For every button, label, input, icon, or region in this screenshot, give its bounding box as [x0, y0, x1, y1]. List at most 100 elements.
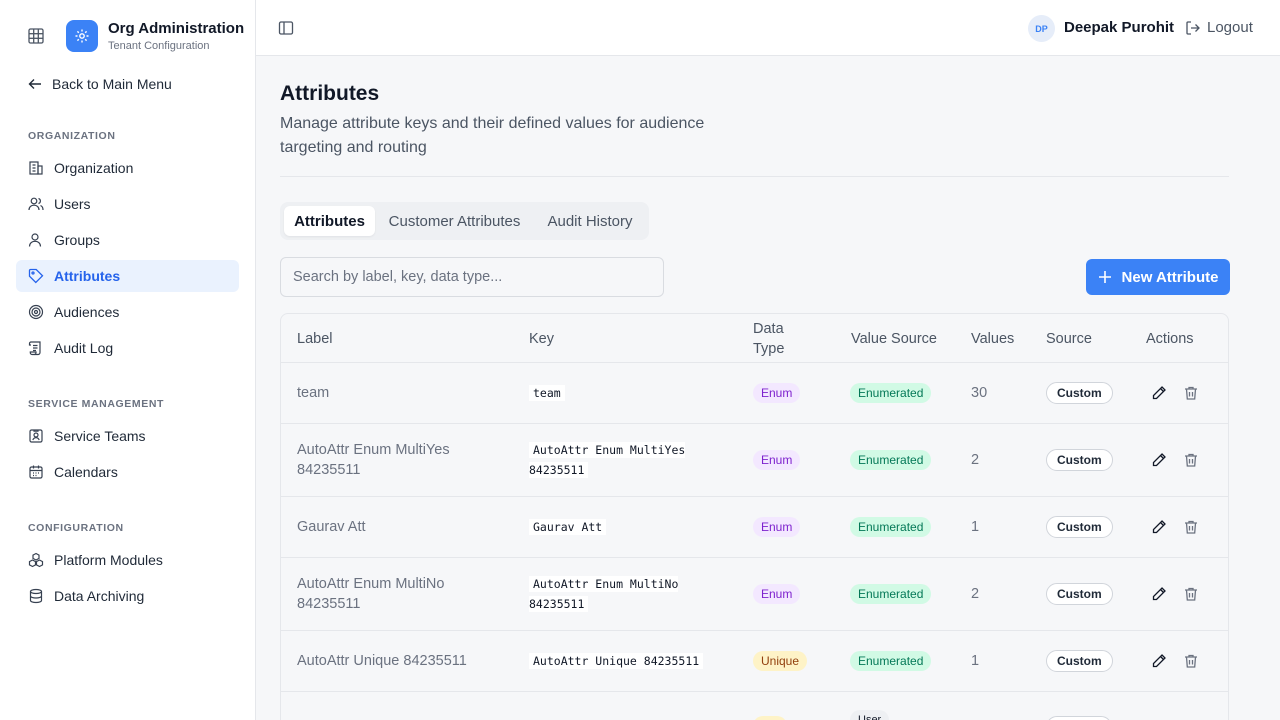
value-source-badge: Enumerated: [850, 383, 932, 403]
sidebar-item-calendars[interactable]: Calendars: [16, 456, 239, 488]
sidebar-item-service-teams[interactable]: Service Teams: [16, 420, 239, 452]
edit-pencil-icon[interactable]: [1151, 519, 1167, 535]
new-attribute-button[interactable]: New Attribute: [1086, 259, 1230, 295]
edit-pencil-icon[interactable]: [1151, 586, 1167, 602]
trash-icon[interactable]: [1183, 385, 1199, 401]
sidebar-item-users[interactable]: Users: [16, 188, 239, 220]
column-header-label[interactable]: Label: [297, 329, 332, 349]
sidebar: Org Administration Tenant Configuration …: [0, 0, 256, 720]
sidebar-item-organization[interactable]: Organization: [16, 152, 239, 184]
table-row[interactable]: AutoAttr Enum MultiYes 84235511 AutoAttr…: [281, 424, 1228, 497]
row-label: AutoAttr Enum MultiNo 84235511: [297, 576, 445, 612]
column-header-key[interactable]: Key: [529, 329, 554, 349]
logout-button[interactable]: Logout: [1185, 19, 1253, 36]
divider: [280, 176, 1229, 177]
row-key: AutoAttr Enum MultiYes 84235511: [529, 440, 699, 480]
source-badge: Custom: [1046, 449, 1113, 471]
sidebar-toggle-icon[interactable]: [278, 20, 294, 36]
row-key-text: AutoAttr Enum MultiYes 84235511: [529, 442, 686, 478]
brand-title: Org Administration: [108, 20, 245, 37]
source-badge: Custom: [1046, 516, 1113, 538]
scroll-icon: [28, 341, 41, 356]
table-row[interactable]: Gaurav Att Gaurav Att Enum Enumerated 1 …: [281, 497, 1228, 558]
trash-icon[interactable]: [1183, 653, 1199, 669]
column-header-data-type[interactable]: Data Type: [753, 319, 813, 359]
trash-icon[interactable]: [1183, 586, 1199, 602]
sidebar-item-platform-modules[interactable]: Platform Modules: [16, 544, 239, 576]
sidebar-item-audit-log[interactable]: Audit Log: [16, 332, 239, 364]
value-source-badge: Enumerated: [850, 517, 932, 537]
attributes-table: Label Key Data Type Value Source Values …: [280, 313, 1229, 720]
data-type-badge: Enum: [753, 450, 801, 470]
row-label: AutoAttr Unique 84235511: [297, 653, 467, 669]
brand-header: Org Administration Tenant Configuration: [0, 0, 256, 72]
edit-pencil-icon[interactable]: [1151, 452, 1167, 468]
row-values-count: 2: [971, 586, 980, 602]
sidebar-item-attributes[interactable]: Attributes: [16, 260, 239, 292]
user-group-icon: [28, 233, 42, 247]
database-icon: [29, 588, 43, 604]
sidebar-item-groups[interactable]: Groups: [16, 224, 239, 256]
column-header-actions: Actions: [1146, 331, 1194, 347]
sidebar-item-audiences[interactable]: Audiences: [16, 296, 239, 328]
id-badge-icon: [29, 429, 43, 443]
value-source-badge: Enumerated: [850, 651, 932, 671]
table-row[interactable]: User: [281, 692, 1228, 720]
sidebar-item-data-archiving[interactable]: Data Archiving: [16, 580, 239, 612]
source-badge: [1046, 716, 1112, 720]
section-title-organization: ORGANIZATION: [28, 130, 116, 142]
avatar[interactable]: DP: [1028, 15, 1055, 42]
target-icon: [28, 304, 44, 320]
new-attribute-label: New Attribute: [1121, 268, 1219, 286]
tab-attributes[interactable]: Attributes: [284, 206, 375, 236]
sidebar-item-label: Service Teams: [54, 428, 146, 444]
back-to-main-menu-link[interactable]: Back to Main Menu: [28, 74, 172, 94]
trash-icon[interactable]: [1183, 452, 1199, 468]
column-header-value-source[interactable]: Value Source: [851, 329, 937, 349]
data-type-badge: Unique: [753, 651, 808, 671]
brand-logo: [66, 20, 98, 52]
app-grid-icon[interactable]: [28, 28, 44, 44]
table-row[interactable]: team team Enum Enumerated 30 Custom: [281, 363, 1228, 424]
page-description: Manage attribute keys and their defined …: [280, 115, 705, 156]
data-type-badge: [753, 716, 787, 720]
column-header-values[interactable]: Values: [971, 329, 1014, 349]
table-header: Label Key Data Type Value Source Values …: [281, 314, 1228, 363]
table-row[interactable]: AutoAttr Unique 84235511 AutoAttr Unique…: [281, 631, 1228, 692]
value-source-badge: Enumerated: [850, 450, 932, 470]
sidebar-item-label: Audiences: [54, 304, 120, 320]
top-bar: DP Deepak Purohit Logout: [256, 0, 1280, 56]
column-header-source[interactable]: Source: [1046, 329, 1092, 349]
sidebar-item-label: Users: [54, 196, 91, 212]
row-values-count: 1: [971, 519, 980, 535]
logout-label: Logout: [1207, 19, 1253, 36]
edit-pencil-icon[interactable]: [1151, 653, 1167, 669]
plus-icon: [1098, 271, 1111, 283]
value-source-badge: User: [850, 710, 890, 720]
tag-icon: [28, 268, 44, 284]
building-icon: [29, 161, 43, 175]
boxes-icon: [28, 552, 44, 568]
row-values-count: 30: [971, 385, 988, 401]
section-title-service-management: SERVICE MANAGEMENT: [28, 398, 165, 410]
sidebar-item-label: Calendars: [54, 464, 118, 480]
tab-customer-attributes[interactable]: Customer Attributes: [378, 206, 531, 236]
sidebar-item-label: Attributes: [54, 268, 121, 284]
source-badge: Custom: [1046, 583, 1113, 605]
tab-audit-history[interactable]: Audit History: [536, 206, 644, 236]
source-badge: Custom: [1046, 650, 1113, 672]
search-input[interactable]: [280, 257, 664, 297]
tab-bar: Attributes Customer Attributes Audit His…: [280, 202, 649, 240]
row-values-count: 2: [971, 452, 980, 468]
sidebar-item-label: Data Archiving: [54, 588, 145, 604]
edit-pencil-icon[interactable]: [1151, 385, 1167, 401]
data-type-badge: Enum: [753, 383, 801, 403]
trash-icon[interactable]: [1183, 519, 1199, 535]
row-key: Gaurav Att: [529, 517, 607, 537]
row-values-count: 1: [971, 653, 980, 669]
row-key: AutoAttr Enum MultiNo 84235511: [529, 574, 699, 614]
logout-icon: [1186, 20, 1200, 35]
table-row[interactable]: AutoAttr Enum MultiNo 84235511 AutoAttr …: [281, 558, 1228, 631]
value-source-badge: Enumerated: [850, 584, 932, 604]
row-label: team: [297, 385, 330, 401]
